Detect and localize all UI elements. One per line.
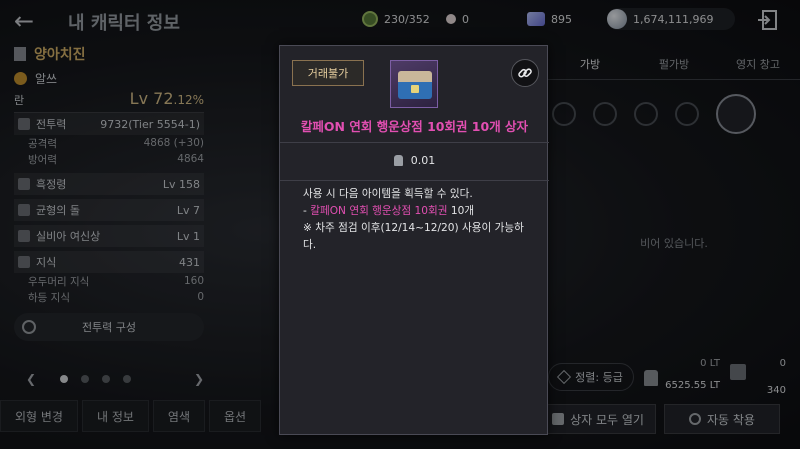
item-name: 칼페ON 연회 행운상점 10회권 10개 상자 (300, 119, 529, 134)
link-button[interactable] (511, 59, 539, 87)
item-weight: 0.01 (410, 153, 436, 167)
desc-line: 사용 시 다음 아이템을 획득할 수 있다. (303, 188, 473, 200)
desc-note: ※ 차주 점검 이후(12/14~12/20) 사용이 가능하다. (303, 222, 524, 251)
character-info-screen: ← 내 캐릭터 정보 230/352 0 895 1,674,111,969 양… (0, 0, 800, 449)
divider (280, 180, 549, 181)
item-weight-row: 0.01 (280, 150, 549, 170)
desc-reward-qty: 10개 (447, 205, 475, 217)
link-icon (518, 68, 532, 78)
item-tooltip-popup: 거래불가 칼페ON 연회 행운상점 10회권 10개 상자 0.01 사용 시 … (279, 45, 549, 435)
weight-icon (393, 154, 403, 166)
desc-reward-line: - 칼페ON 연회 행운상점 10회권 10개 (303, 203, 529, 220)
divider (280, 142, 549, 143)
item-chest-icon (390, 60, 438, 108)
desc-reward-name: 칼페ON 연회 행운상점 10회권 (310, 205, 448, 217)
item-description: 사용 시 다음 아이템을 획득할 수 있다. - 칼페ON 연회 행운상점 10… (303, 186, 529, 254)
chest-lock (411, 85, 419, 93)
untradeable-badge: 거래불가 (292, 60, 364, 86)
